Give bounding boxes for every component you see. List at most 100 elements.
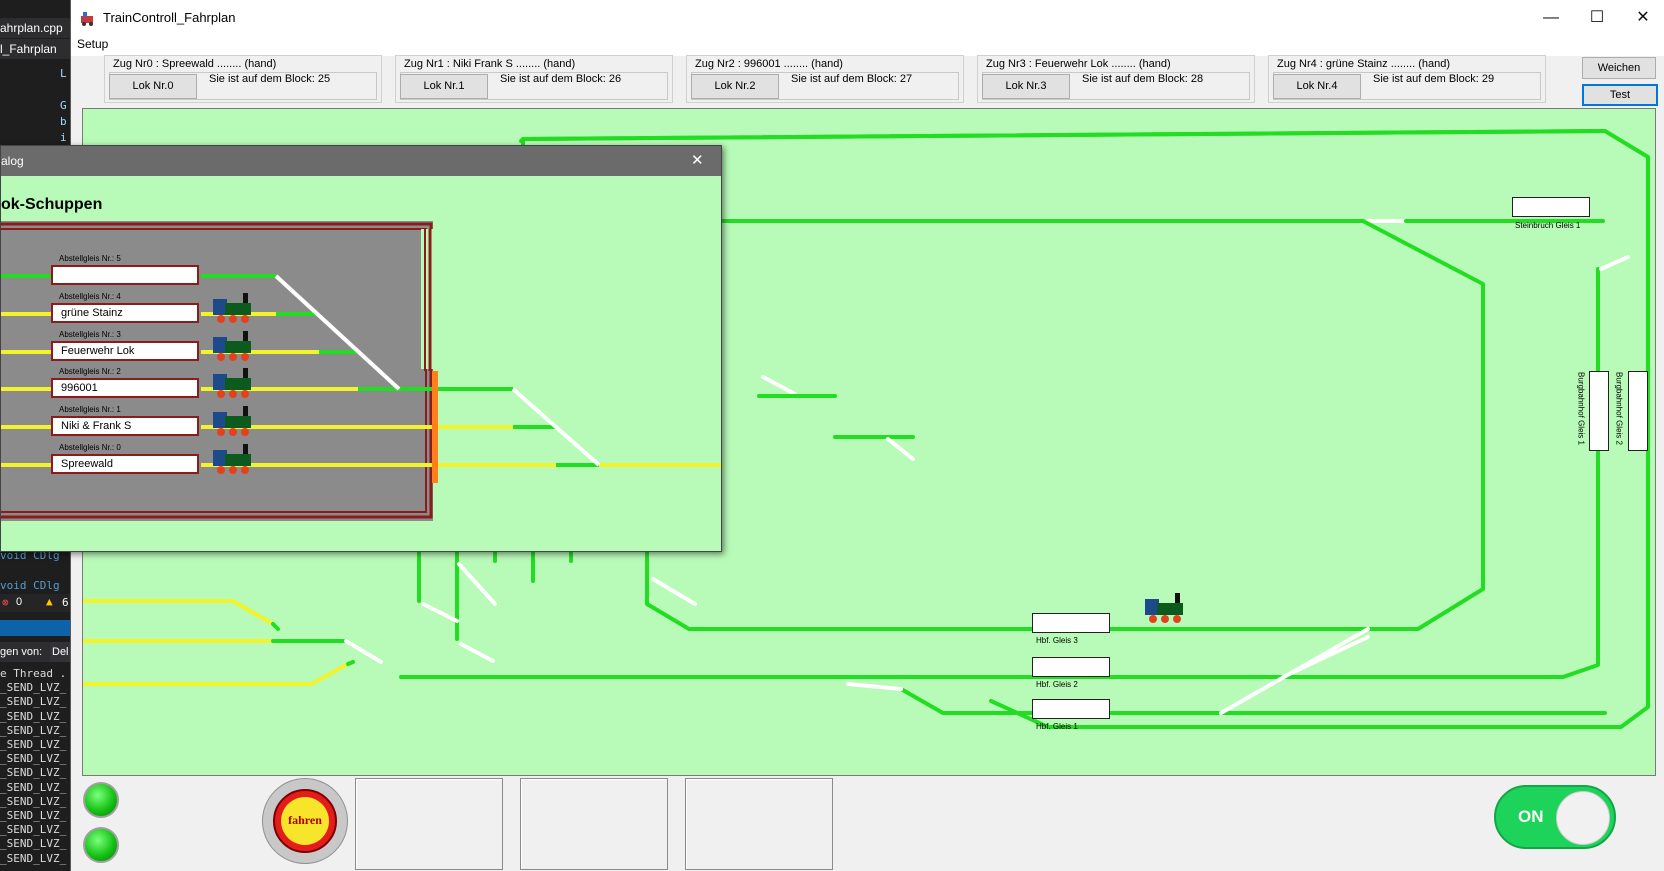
- minimize-button[interactable]: —: [1528, 0, 1574, 36]
- lok-button-3[interactable]: Lok Nr.3: [982, 74, 1070, 99]
- output-source-combo[interactable]: Del: [50, 642, 70, 662]
- switch-white: [651, 577, 697, 606]
- power-toggle[interactable]: ON: [1494, 785, 1616, 849]
- gleis-hbf3-label: Hbf. Gleis 3: [1036, 636, 1078, 645]
- ide-output-line: _SEND_LVZ_: [0, 695, 67, 709]
- locomotive-icon[interactable]: [211, 404, 259, 440]
- test-button[interactable]: Test: [1582, 84, 1658, 106]
- slot-label-5: Abstellgleis Nr.: 5: [59, 254, 121, 263]
- slot-label-2: Abstellgleis Nr.: 2: [59, 367, 121, 376]
- power-toggle-knob: [1556, 791, 1610, 845]
- lok-button-2[interactable]: Lok Nr.2: [691, 74, 779, 99]
- dialog-title-bar: alog ✕: [1, 146, 721, 176]
- zug-block-text: Sie ist auf dem Block: 28: [1082, 73, 1204, 85]
- switch-white: [1281, 635, 1370, 679]
- schuppen-heading: ok-Schuppen: [1, 196, 103, 213]
- zug-block-text: Sie ist auf dem Block: 26: [500, 73, 622, 85]
- locomotive-icon[interactable]: [211, 442, 259, 478]
- locomotive-icon[interactable]: [211, 291, 259, 327]
- ide-tab-project[interactable]: l_Fahrplan: [0, 39, 70, 59]
- slot-label-4: Abstellgleis Nr.: 4: [59, 292, 121, 301]
- error-count: 0: [16, 596, 23, 608]
- title-bar: TrainControll_Fahrplan — ☐ ✕: [71, 0, 1664, 36]
- ide-output-header: gen von: Del: [0, 642, 70, 662]
- zug-block-text: Sie ist auf dem Block: 27: [791, 73, 913, 85]
- slot-input-0[interactable]: Spreewald: [51, 454, 199, 474]
- gleis-hbf2-box[interactable]: [1032, 657, 1110, 677]
- display-box-2: [520, 778, 668, 870]
- error-icon: ⊗: [2, 596, 9, 609]
- slot-label-3: Abstellgleis Nr.: 3: [59, 330, 121, 339]
- ide-output-line: _SEND_LVZ_: [0, 766, 67, 780]
- ide-error-bar: ⊗ 0 ▲ 6: [0, 594, 70, 612]
- switch-white: [457, 562, 497, 606]
- gleis-steinbruch-label: Steinbruch Gleis 1: [1515, 221, 1581, 230]
- track-left-green-3: [346, 660, 355, 666]
- gleis-hbf3-box[interactable]: [1032, 613, 1110, 633]
- slot-input-5[interactable]: [51, 265, 199, 285]
- zug-group-4: Zug Nr4 : grüne Stainz ........ (hand) L…: [1268, 55, 1546, 103]
- dialog-close-button[interactable]: ✕: [691, 151, 704, 169]
- ide-output-line: _SEND_LVZ_: [0, 780, 67, 794]
- gleis-hbf1-label: Hbf. Gleis 1: [1036, 722, 1078, 731]
- track-outer-top: [521, 129, 1607, 141]
- dialog-title: alog: [1, 154, 24, 168]
- lok-shed: Abstellgleis Nr.: 5 Abstellgleis Nr.: 4 …: [1, 221, 721, 523]
- track-left-green-1: [271, 622, 280, 631]
- ide-output-line: _SEND_LVZ_: [0, 809, 67, 822]
- locomotive-icon[interactable]: [1143, 589, 1191, 625]
- weichen-button[interactable]: Weichen: [1582, 57, 1656, 79]
- fahren-label: fahren: [288, 813, 322, 827]
- slot-input-1[interactable]: Niki & Frank S: [51, 416, 199, 436]
- slot-input-3[interactable]: Feuerwehr Lok: [51, 341, 199, 361]
- maximize-button[interactable]: ☐: [1574, 0, 1620, 36]
- ide-output-line: _SEND_LVZ_: [0, 752, 67, 766]
- ide-output-line: _SEND_LVZ_: [0, 837, 67, 851]
- fahren-button[interactable]: fahren: [262, 778, 348, 864]
- shed-gate: [432, 371, 438, 483]
- lok-schuppen-dialog: alog ✕ ok-Schuppen Abstellgleis Nr.: 5 A…: [0, 145, 722, 552]
- zug-header: Zug Nr0 : Spreewald ........ (hand): [113, 58, 277, 70]
- ide-code-line: L: [60, 67, 67, 80]
- switch-white: [421, 602, 459, 623]
- ide-code-line: b: [60, 115, 67, 128]
- warning-icon: ▲: [46, 595, 53, 608]
- slot-input-4[interactable]: grüne Stainz: [51, 303, 199, 323]
- zug-group-2: Zug Nr2 : 996001 ........ (hand) Lok Nr.…: [686, 55, 964, 103]
- fahren-ring: fahren: [273, 789, 337, 853]
- lok-button-0[interactable]: Lok Nr.0: [109, 74, 197, 99]
- gleis-burg2-box[interactable]: [1628, 371, 1648, 451]
- zug-block-text: Sie ist auf dem Block: 29: [1373, 73, 1495, 85]
- zug-group-3: Zug Nr3 : Feuerwehr Lok ........ (hand) …: [977, 55, 1255, 103]
- ide-code-line: void CDlg: [0, 579, 60, 592]
- ide-tab-cpp[interactable]: ahrplan.cpp: [0, 18, 70, 38]
- display-box-3: [685, 778, 833, 870]
- switch-white: [886, 437, 915, 461]
- locomotive-icon[interactable]: [211, 329, 259, 365]
- ide-code-line: i: [60, 131, 67, 144]
- menu-setup[interactable]: Setup: [77, 37, 108, 51]
- status-led-1: [83, 782, 119, 818]
- gleis-burg1-box[interactable]: [1589, 371, 1609, 451]
- switch-white: [846, 682, 903, 691]
- ide-output-line: _SEND_LVZ_: [0, 794, 67, 808]
- gleis-steinbruch-box[interactable]: [1512, 197, 1590, 217]
- zug-header: Zug Nr1 : Niki Frank S ........ (hand): [404, 58, 576, 70]
- zug-header: Zug Nr3 : Feuerwehr Lok ........ (hand): [986, 58, 1171, 70]
- ide-progress-strip: [0, 620, 70, 636]
- slot-input-2[interactable]: 996001: [51, 378, 199, 398]
- ide-output-line: _SEND_LVZ_: [0, 851, 67, 865]
- window-title: TrainControll_Fahrplan: [103, 10, 236, 25]
- ide-output-line: e Thread .: [0, 667, 67, 680]
- ide-output-line: _SEND_LVZ_: [0, 723, 67, 737]
- gleis-hbf2-label: Hbf. Gleis 2: [1036, 680, 1078, 689]
- ide-code-line: G: [60, 99, 67, 112]
- gleis-hbf1-box[interactable]: [1032, 699, 1110, 719]
- lok-button-1[interactable]: Lok Nr.1: [400, 74, 488, 99]
- zug-group-0: Zug Nr0 : Spreewald ........ (hand) Lok …: [104, 55, 382, 103]
- lok-button-4[interactable]: Lok Nr.4: [1273, 74, 1361, 99]
- track-inner-loop: [645, 219, 1485, 631]
- locomotive-icon[interactable]: [211, 366, 259, 402]
- close-button[interactable]: ✕: [1620, 0, 1664, 36]
- output-source-label: gen von:: [0, 646, 43, 658]
